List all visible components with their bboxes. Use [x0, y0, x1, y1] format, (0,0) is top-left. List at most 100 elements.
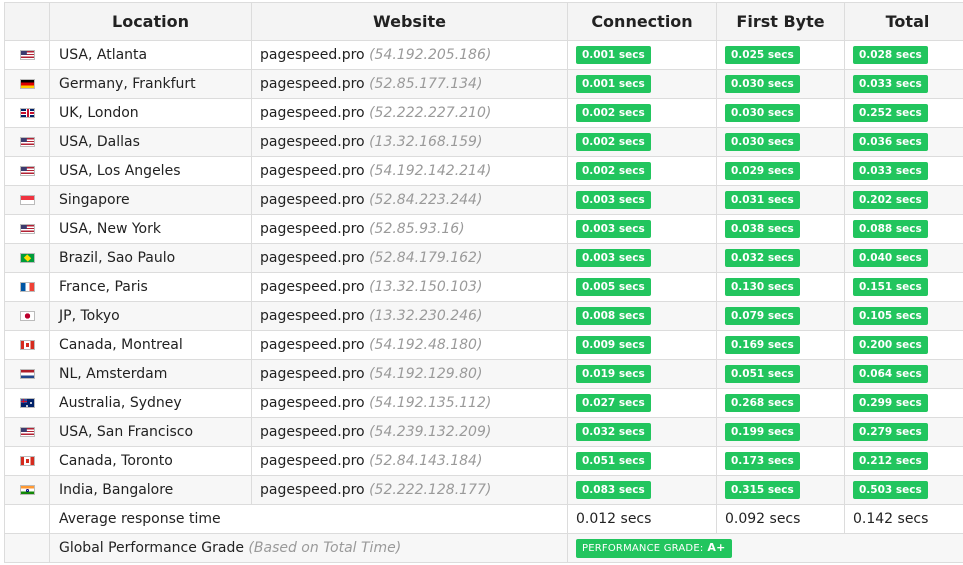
first-byte-cell: 0.032 secs	[716, 243, 845, 273]
connection-time-badge: 0.083 secs	[576, 481, 651, 499]
first-byte-time-badge: 0.051 secs	[725, 365, 800, 383]
location-cell: Canada, Toronto	[49, 446, 252, 476]
connection-time-badge: 0.051 secs	[576, 452, 651, 470]
first-byte-time-badge: 0.173 secs	[725, 452, 800, 470]
gb-flag-icon	[19, 108, 35, 118]
flag-cell	[4, 330, 50, 360]
au-flag-icon	[19, 398, 35, 408]
website-cell: pagespeed.pro (52.84.223.244)	[251, 185, 568, 215]
website-ip: (52.84.143.184)	[369, 453, 483, 469]
grade-sublabel: (Based on Total Time)	[248, 540, 402, 556]
total-cell: 0.105 secs	[844, 301, 963, 331]
total-time-badge: 0.028 secs	[853, 46, 928, 64]
location-cell: UK, London	[49, 98, 252, 128]
location-cell: France, Paris	[49, 272, 252, 302]
first-byte-cell: 0.199 secs	[716, 417, 845, 447]
first-byte-cell: 0.025 secs	[716, 40, 845, 70]
nl-flag-icon	[19, 369, 35, 379]
flag-cell	[4, 40, 50, 70]
first-byte-time-badge: 0.029 secs	[725, 162, 800, 180]
table-row: Singapore pagespeed.pro (52.84.223.244) 0.…	[4, 185, 963, 215]
grade-label: Global Performance Grade	[59, 540, 244, 556]
flag-cell	[4, 69, 50, 99]
in-flag-icon	[19, 485, 35, 495]
website-ip: (13.32.230.246)	[369, 308, 483, 324]
website-domain: pagespeed.pro	[260, 163, 365, 179]
website-cell: pagespeed.pro (52.85.177.134)	[251, 69, 568, 99]
total-time-badge: 0.252 secs	[853, 104, 928, 122]
connection-time-badge: 0.005 secs	[576, 278, 651, 296]
flag-cell	[4, 185, 50, 215]
connection-time-badge: 0.027 secs	[576, 394, 651, 412]
flag-cell	[4, 156, 50, 186]
first-byte-cell: 0.030 secs	[716, 69, 845, 99]
table-row: JP, Tokyo pagespeed.pro (13.32.230.246) 0.…	[4, 301, 963, 331]
table-row: USA, Dallas pagespeed.pro (13.32.168.159)…	[4, 127, 963, 157]
table-row: NL, Amsterdam pagespeed.pro (54.192.129.8…	[4, 359, 963, 389]
first-byte-time-badge: 0.199 secs	[725, 423, 800, 441]
connection-time-badge: 0.002 secs	[576, 162, 651, 180]
de-flag-icon	[19, 79, 35, 89]
flag-cell	[4, 98, 50, 128]
location-cell: India, Bangalore	[49, 475, 252, 505]
table-row: France, Paris pagespeed.pro (13.32.150.10…	[4, 272, 963, 302]
first-byte-time-badge: 0.169 secs	[725, 336, 800, 354]
website-ip: (54.192.135.112)	[369, 395, 492, 411]
first-byte-time-badge: 0.030 secs	[725, 75, 800, 93]
connection-column-header: Connection	[567, 2, 717, 41]
first-byte-cell: 0.268 secs	[716, 388, 845, 418]
total-cell: 0.040 secs	[844, 243, 963, 273]
website-cell: pagespeed.pro (54.239.132.209)	[251, 417, 568, 447]
location-cell: Singapore	[49, 185, 252, 215]
website-cell: pagespeed.pro (13.32.230.246)	[251, 301, 568, 331]
website-ip: (52.84.223.244)	[369, 192, 483, 208]
connection-time-badge: 0.002 secs	[576, 133, 651, 151]
website-ip: (52.84.179.162)	[369, 250, 483, 266]
first-byte-time-badge: 0.038 secs	[725, 220, 800, 238]
location-column-header: Location	[49, 2, 252, 41]
website-cell: pagespeed.pro (52.222.227.210)	[251, 98, 568, 128]
website-domain: pagespeed.pro	[260, 424, 365, 440]
website-cell: pagespeed.pro (54.192.142.214)	[251, 156, 568, 186]
location-cell: JP, Tokyo	[49, 301, 252, 331]
first-byte-cell: 0.051 secs	[716, 359, 845, 389]
website-domain: pagespeed.pro	[260, 221, 365, 237]
grade-label-cell: Global Performance Grade (Based on Total…	[49, 533, 568, 563]
table-row: Canada, Montreal pagespeed.pro (54.192.48…	[4, 330, 963, 360]
us-flag-icon	[19, 224, 35, 234]
connection-cell: 0.051 secs	[567, 446, 717, 476]
table-row: Australia, Sydney pagespeed.pro (54.192.1…	[4, 388, 963, 418]
website-cell: pagespeed.pro (52.85.93.16)	[251, 214, 568, 244]
first-byte-cell: 0.030 secs	[716, 98, 845, 128]
first-byte-cell: 0.038 secs	[716, 214, 845, 244]
table-row: USA, New York pagespeed.pro (52.85.93.16)…	[4, 214, 963, 244]
first-byte-cell: 0.079 secs	[716, 301, 845, 331]
average-connection: 0.012 secs	[567, 504, 717, 534]
average-total: 0.142 secs	[844, 504, 963, 534]
connection-cell: 0.002 secs	[567, 127, 717, 157]
website-domain: pagespeed.pro	[260, 482, 365, 498]
first-byte-time-badge: 0.130 secs	[725, 278, 800, 296]
website-ip: (54.192.129.80)	[369, 366, 483, 382]
total-time-badge: 0.200 secs	[853, 336, 928, 354]
flag-cell	[4, 446, 50, 476]
connection-time-badge: 0.019 secs	[576, 365, 651, 383]
total-cell: 0.503 secs	[844, 475, 963, 505]
total-cell: 0.212 secs	[844, 446, 963, 476]
website-ip: (52.222.128.177)	[369, 482, 492, 498]
connection-cell: 0.002 secs	[567, 98, 717, 128]
total-cell: 0.202 secs	[844, 185, 963, 215]
website-ip: (13.32.150.103)	[369, 279, 483, 295]
total-time-badge: 0.064 secs	[853, 365, 928, 383]
average-row: Average response time 0.012 secs 0.092 s…	[4, 504, 963, 534]
website-ip: (52.222.227.210)	[369, 105, 492, 121]
first-byte-cell: 0.031 secs	[716, 185, 845, 215]
website-domain: pagespeed.pro	[260, 76, 365, 92]
flag-cell	[4, 214, 50, 244]
website-ip: (54.239.132.209)	[369, 424, 492, 440]
location-cell: Canada, Montreal	[49, 330, 252, 360]
website-domain: pagespeed.pro	[260, 192, 365, 208]
br-flag-icon	[19, 253, 35, 263]
connection-cell: 0.019 secs	[567, 359, 717, 389]
website-domain: pagespeed.pro	[260, 366, 365, 382]
